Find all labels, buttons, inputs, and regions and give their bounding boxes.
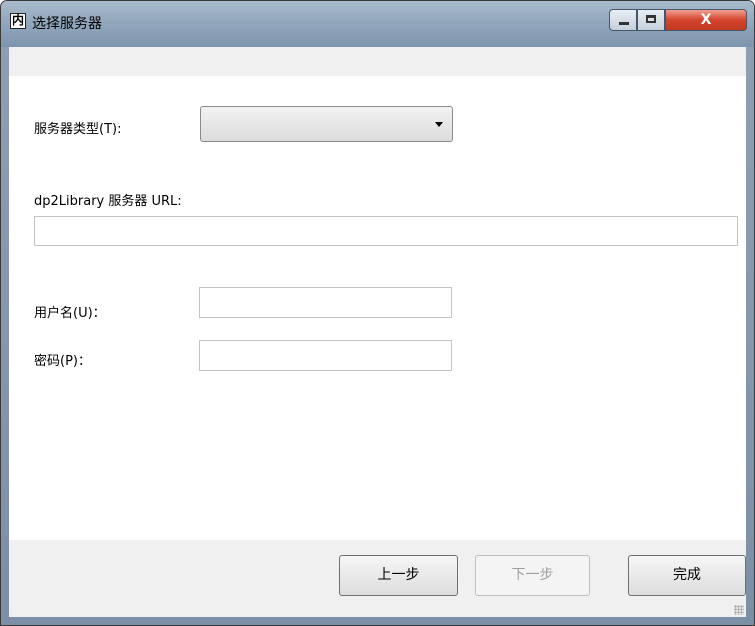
finish-button[interactable]: 完成 — [628, 555, 746, 596]
minimize-icon — [619, 22, 629, 25]
maximize-button[interactable] — [637, 9, 665, 31]
chevron-down-icon — [435, 122, 443, 127]
maximize-icon — [646, 15, 656, 23]
dialog-client-area: 服务器类型(T): dp2Library 服务器 URL: 用户名(U)： 密码… — [9, 47, 746, 617]
next-button[interactable]: 下一步 — [475, 555, 590, 596]
top-strip — [9, 47, 746, 76]
server-url-input[interactable] — [34, 216, 738, 246]
password-label: 密码(P)： — [34, 354, 91, 369]
close-button[interactable]: X — [665, 9, 747, 31]
password-input[interactable] — [199, 340, 452, 371]
title-bar[interactable]: 内 选择服务器 X — [1, 1, 754, 47]
username-input[interactable] — [199, 287, 452, 318]
server-url-label: dp2Library 服务器 URL: — [34, 194, 182, 209]
window-title: 选择服务器 — [32, 16, 102, 32]
username-label: 用户名(U)： — [34, 306, 106, 321]
previous-button[interactable]: 上一步 — [339, 555, 458, 596]
minimize-button[interactable] — [609, 9, 637, 31]
server-type-dropdown[interactable] — [200, 106, 453, 142]
app-icon: 内 — [10, 13, 26, 29]
close-icon: X — [700, 12, 712, 28]
dialog-window: 内 选择服务器 X 服务器类型(T): dp2Library 服务器 URL: … — [0, 0, 755, 626]
server-type-label: 服务器类型(T): — [34, 122, 122, 137]
resize-grip-icon[interactable] — [734, 605, 744, 615]
